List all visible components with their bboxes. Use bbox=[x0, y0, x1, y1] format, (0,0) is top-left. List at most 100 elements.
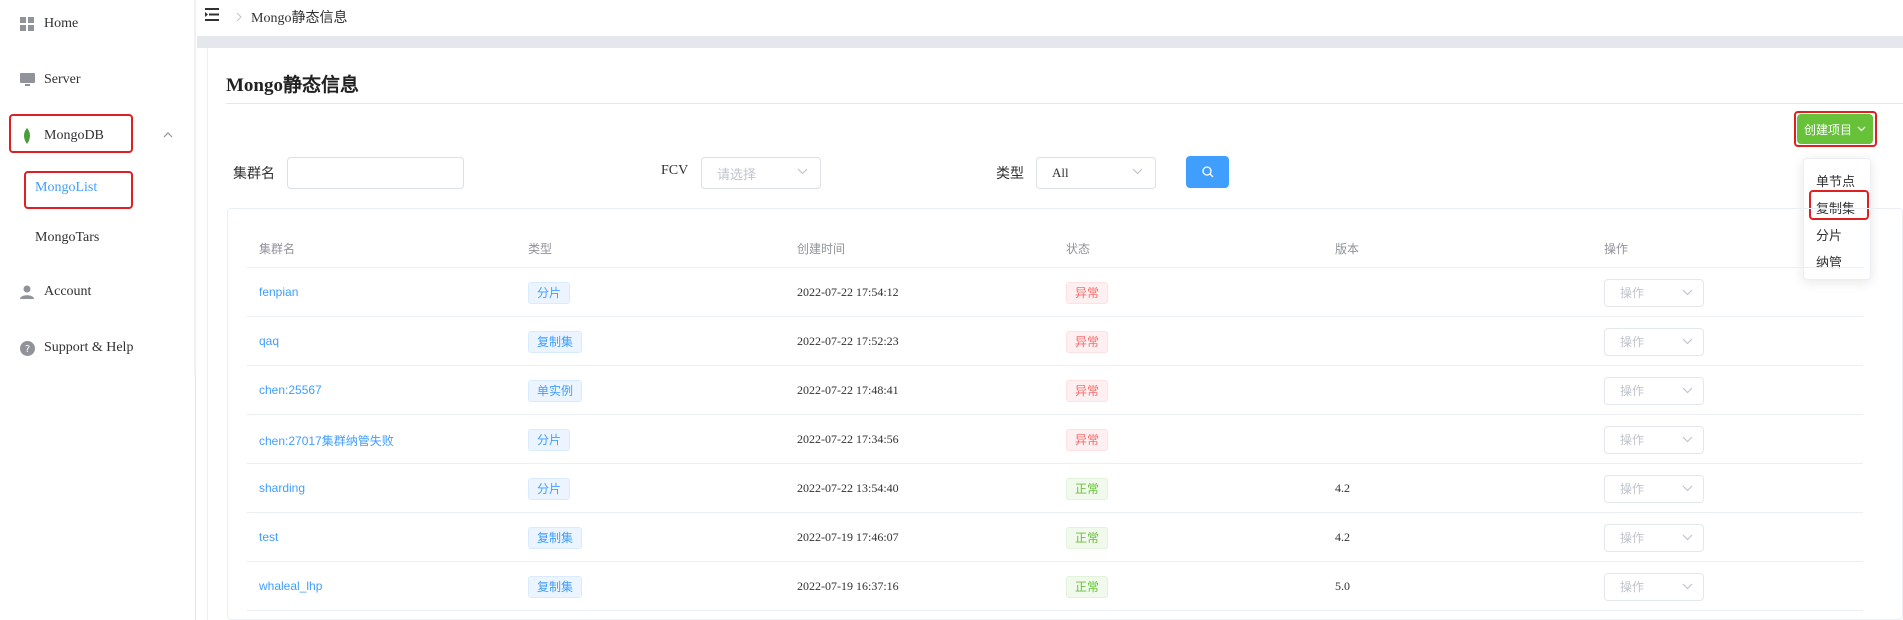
type-tag: 分片 bbox=[528, 477, 571, 500]
version-value: 4.2 bbox=[1335, 529, 1350, 544]
type-tag: 复制集 bbox=[528, 526, 583, 549]
user-icon bbox=[19, 284, 35, 300]
column-header-status: 状态 bbox=[1066, 242, 1091, 256]
version-value: 4.2 bbox=[1335, 480, 1350, 495]
header-divider bbox=[247, 267, 1863, 268]
action-placeholder: 操作 bbox=[1620, 286, 1645, 300]
created-time: 2022-07-19 17:46:07 bbox=[797, 529, 899, 544]
sidebar-item-label: Server bbox=[44, 72, 81, 87]
chevron-down-icon bbox=[1682, 289, 1693, 295]
sidebar-item-support[interactable]: ? Support & Help bbox=[0, 328, 196, 368]
type-tag: 分片 bbox=[528, 281, 571, 304]
grid-icon bbox=[19, 16, 35, 32]
column-header-created: 创建时间 bbox=[797, 242, 846, 256]
cluster-name-link[interactable]: chen:27017集群纳管失败 bbox=[259, 432, 394, 449]
svg-text:?: ? bbox=[24, 344, 29, 355]
status-badge: 异常 bbox=[1066, 281, 1109, 304]
app-root: Home Server MongoDB MongoList MongoTars … bbox=[0, 0, 1903, 620]
type-tag: 分片 bbox=[528, 428, 571, 451]
row-divider bbox=[247, 365, 1863, 366]
action-select[interactable]: 操作 bbox=[1604, 376, 1704, 405]
row-divider bbox=[247, 316, 1863, 317]
status-badge: 正常 bbox=[1066, 477, 1109, 500]
chevron-up-icon[interactable] bbox=[163, 130, 173, 140]
search-button[interactable] bbox=[1186, 156, 1229, 188]
sidebar-item-server[interactable]: Server bbox=[0, 60, 196, 100]
action-placeholder: 操作 bbox=[1620, 482, 1645, 496]
type-tag: 复制集 bbox=[528, 575, 583, 598]
chevron-right-icon bbox=[236, 12, 242, 22]
action-select[interactable]: 操作 bbox=[1604, 425, 1704, 454]
title-divider bbox=[226, 103, 1903, 104]
type-label: 类型 bbox=[996, 167, 1024, 182]
cluster-name-input[interactable] bbox=[287, 157, 464, 189]
dropdown-item-single-node[interactable]: 单节点 bbox=[1816, 171, 1855, 190]
action-select[interactable]: 操作 bbox=[1604, 572, 1704, 601]
fcv-placeholder: 请选择 bbox=[717, 166, 757, 182]
content-gutter bbox=[197, 36, 1903, 48]
search-icon bbox=[1201, 166, 1213, 178]
created-time: 2022-07-22 17:48:41 bbox=[797, 382, 899, 397]
breadcrumb: Mongo静态信息 bbox=[251, 11, 348, 26]
chevron-down-icon bbox=[797, 168, 808, 175]
column-header-version: 版本 bbox=[1335, 242, 1360, 256]
sidebar-item-label: Account bbox=[44, 284, 92, 299]
column-header-action: 操作 bbox=[1604, 242, 1629, 256]
created-time: 2022-07-22 17:34:56 bbox=[797, 431, 899, 446]
sidebar-item-account[interactable]: Account bbox=[0, 272, 196, 312]
sidebar-item-label: Support & Help bbox=[44, 340, 134, 355]
column-header-type: 类型 bbox=[528, 242, 553, 256]
action-placeholder: 操作 bbox=[1620, 433, 1645, 447]
cluster-name-link[interactable]: sharding bbox=[259, 481, 305, 495]
type-value: All bbox=[1052, 165, 1069, 180]
row-divider bbox=[247, 561, 1863, 562]
action-select[interactable]: 操作 bbox=[1604, 327, 1704, 356]
row-divider bbox=[247, 463, 1863, 464]
chevron-down-icon bbox=[1682, 485, 1693, 491]
action-placeholder: 操作 bbox=[1620, 580, 1645, 594]
chevron-down-icon bbox=[1682, 387, 1693, 393]
status-badge: 正常 bbox=[1066, 575, 1109, 598]
row-divider bbox=[247, 610, 1863, 611]
chevron-down-icon bbox=[1682, 338, 1693, 344]
action-placeholder: 操作 bbox=[1620, 384, 1645, 398]
type-tag: 单实例 bbox=[528, 379, 583, 402]
status-badge: 正常 bbox=[1066, 526, 1109, 549]
action-select[interactable]: 操作 bbox=[1604, 474, 1704, 503]
leaf-icon bbox=[19, 128, 35, 144]
created-time: 2022-07-22 13:54:40 bbox=[797, 480, 899, 495]
status-badge: 异常 bbox=[1066, 428, 1109, 451]
menu-toggle-icon[interactable] bbox=[205, 8, 219, 21]
column-header-cluster: 集群名 bbox=[259, 242, 296, 256]
sidebar: Home Server MongoDB MongoList MongoTars … bbox=[0, 0, 196, 620]
fcv-select[interactable]: 请选择 bbox=[701, 157, 821, 189]
sidebar-subitem-mongolist[interactable]: MongoList bbox=[35, 180, 97, 196]
sidebar-item-label: MongoDB bbox=[44, 128, 104, 143]
chevron-down-icon bbox=[1132, 168, 1143, 175]
help-icon: ? bbox=[19, 340, 35, 356]
cluster-name-link[interactable]: qaq bbox=[259, 334, 279, 348]
status-badge: 异常 bbox=[1066, 379, 1109, 402]
cluster-name-link[interactable]: whaleal_lhp bbox=[259, 579, 322, 593]
chevron-down-icon bbox=[1682, 534, 1693, 540]
fcv-label: FCV bbox=[661, 163, 689, 178]
topbar bbox=[197, 0, 1903, 36]
action-select[interactable]: 操作 bbox=[1604, 278, 1704, 307]
sidebar-item-home[interactable]: Home bbox=[0, 4, 196, 44]
cluster-name-link[interactable]: chen:25567 bbox=[259, 383, 322, 397]
create-project-label: 创建项目 bbox=[1803, 122, 1852, 137]
sidebar-subitem-mongotars[interactable]: MongoTars bbox=[35, 230, 99, 246]
created-time: 2022-07-22 17:54:12 bbox=[797, 284, 899, 299]
row-divider bbox=[247, 512, 1863, 513]
cluster-name-link[interactable]: fenpian bbox=[259, 285, 298, 299]
type-select[interactable]: All bbox=[1036, 157, 1156, 189]
create-project-button[interactable]: 创建项目 bbox=[1797, 114, 1873, 144]
type-tag: 复制集 bbox=[528, 330, 583, 353]
status-badge: 异常 bbox=[1066, 330, 1109, 353]
cluster-name-label: 集群名 bbox=[233, 167, 275, 182]
row-divider bbox=[247, 414, 1863, 415]
action-placeholder: 操作 bbox=[1620, 531, 1645, 545]
created-time: 2022-07-19 16:37:16 bbox=[797, 578, 899, 593]
action-select[interactable]: 操作 bbox=[1604, 523, 1704, 552]
cluster-name-link[interactable]: test bbox=[259, 530, 278, 544]
